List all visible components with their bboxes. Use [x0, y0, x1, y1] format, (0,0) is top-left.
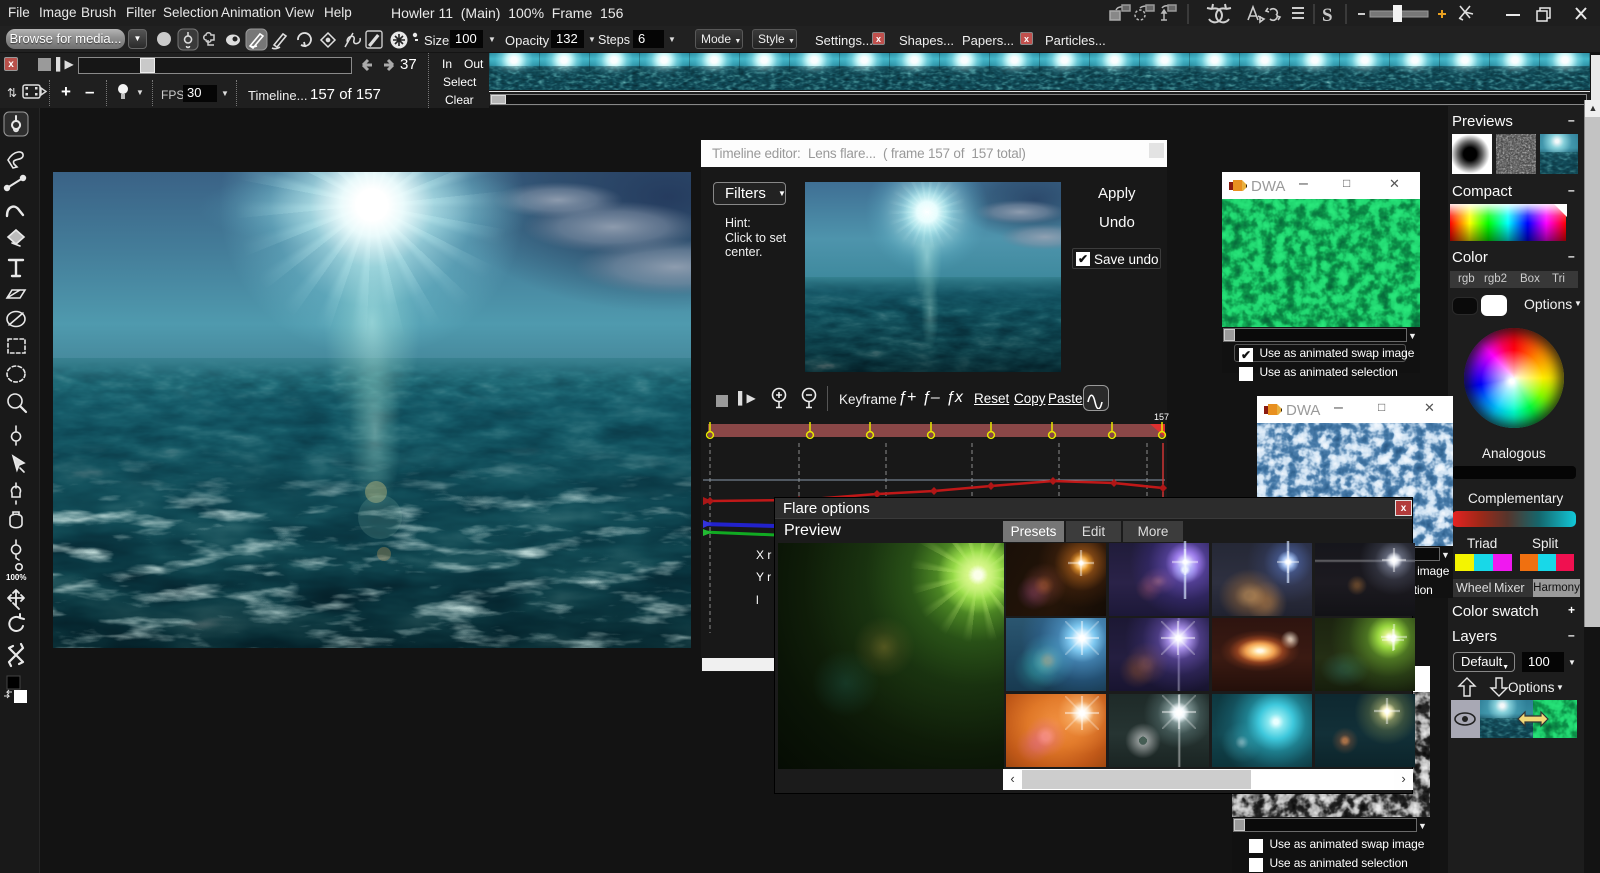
- svg-text:100%: 100%: [6, 573, 26, 582]
- svg-text:S: S: [1322, 5, 1333, 25]
